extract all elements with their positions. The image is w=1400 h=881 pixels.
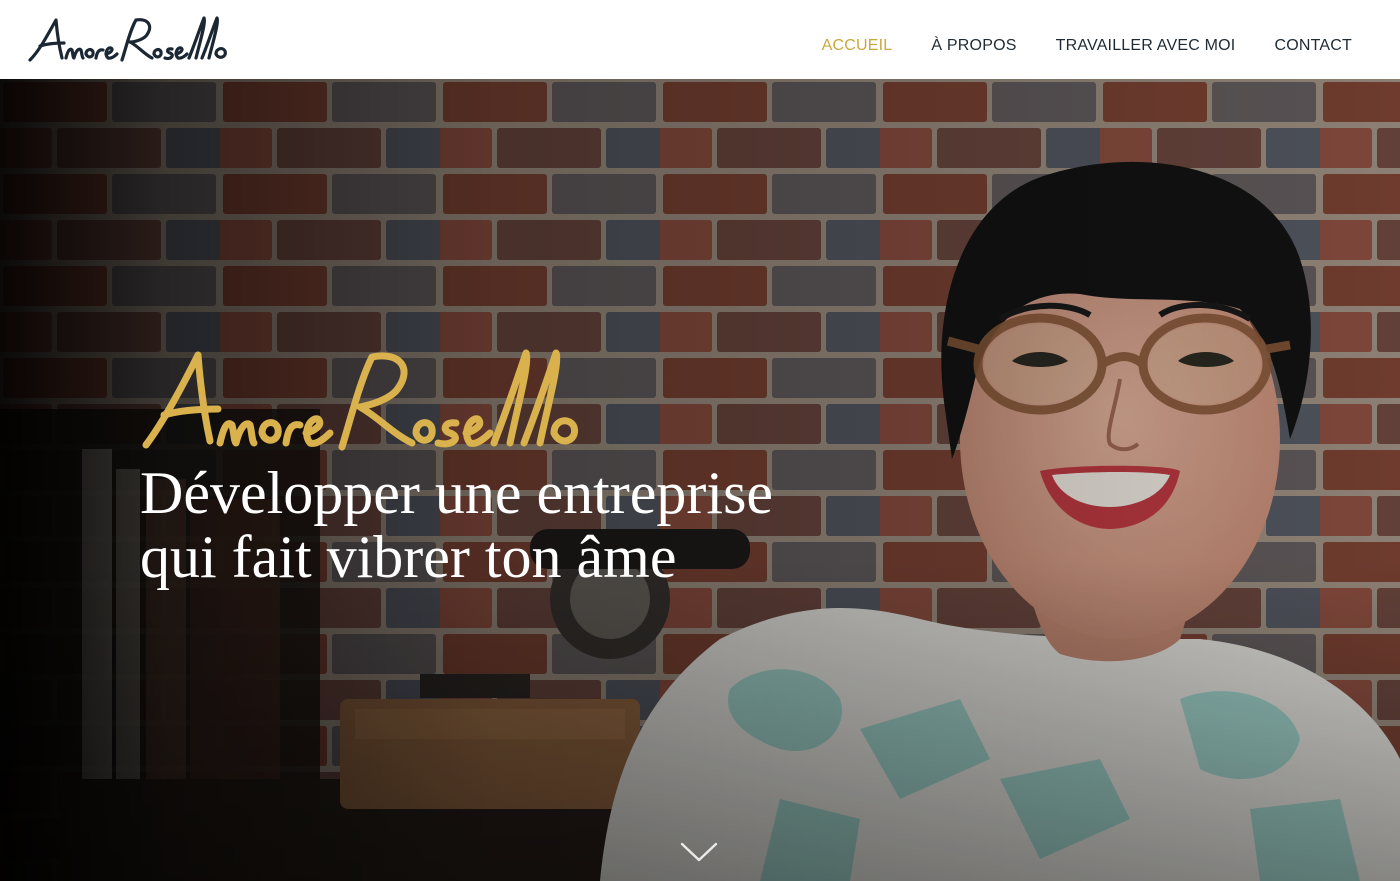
nav-item: ACCUEIL [822, 37, 893, 55]
chevron-down-icon [680, 842, 718, 862]
hero-headline-line-1: Développer une entreprise [140, 460, 774, 526]
nav-item: TRAVAILLER AVEC MOI [1056, 37, 1236, 55]
logo[interactable] [26, 12, 248, 68]
site-header: ACCUEIL À PROPOS TRAVAILLER AVEC MOI CON… [0, 0, 1400, 79]
logo-script-mark [28, 16, 227, 62]
scroll-down-button[interactable] [680, 841, 718, 863]
nav-link-a-propos[interactable]: À PROPOS [931, 37, 1016, 54]
hero-headline-line-2: qui fait vibrer ton âme [140, 524, 677, 590]
nav-item: CONTACT [1274, 37, 1352, 55]
hero-headline: Développer une entreprise qui fait vibre… [140, 461, 860, 589]
nav-link-accueil[interactable]: ACCUEIL [822, 37, 893, 54]
signature-script-mark [142, 349, 579, 451]
hero-section: Développer une entreprise qui fait vibre… [0, 79, 1400, 881]
hero-signature [138, 341, 648, 461]
nav-item: À PROPOS [931, 37, 1016, 55]
nav-link-contact[interactable]: CONTACT [1274, 37, 1352, 54]
nav-list: ACCUEIL À PROPOS TRAVAILLER AVEC MOI CON… [822, 37, 1352, 55]
nav-link-travailler-avec-moi[interactable]: TRAVAILLER AVEC MOI [1056, 37, 1236, 54]
